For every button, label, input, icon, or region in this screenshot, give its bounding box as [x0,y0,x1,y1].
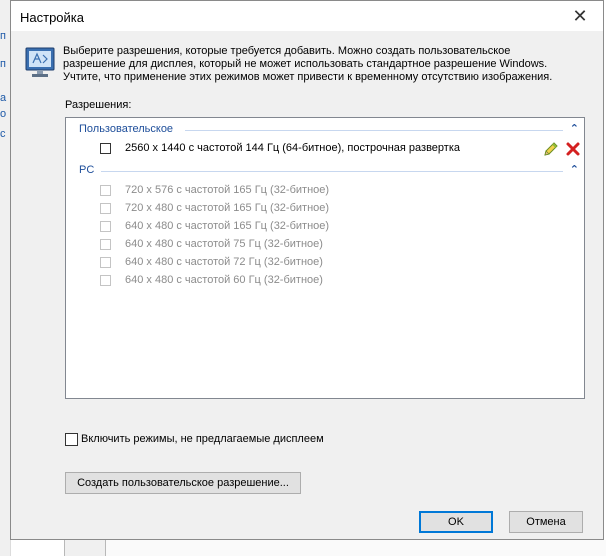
resolution-label: 640 x 480 с частотой 165 Гц (32-битное) [125,220,330,232]
include-modes-checkbox[interactable] [65,433,78,446]
resolution-label: 2560 x 1440 с частотой 144 Гц (64-битное… [125,142,461,154]
chevron-up-icon[interactable]: ⌃ [570,122,579,135]
list-item-custom[interactable]: 2560 x 1440 с частотой 144 Гц (64-битное… [100,141,580,157]
list-item-pc: 640 x 480 с частотой 165 Гц (32-битное) [100,219,570,235]
resolution-label: 640 x 480 с частотой 72 Гц (32-битное) [125,256,323,268]
resolutions-list[interactable]: Пользовательское ⌃ 2560 x 1440 с частото… [65,117,585,399]
background-text-fragment: п [0,58,6,70]
background-window-bottom [64,540,606,556]
resolution-checkbox [100,239,111,250]
background-text-fragment: о [0,108,7,120]
resolution-checkbox [100,257,111,268]
intro-line: Выберите разрешения, которые требуется д… [63,45,511,57]
ok-button[interactable]: OK [419,511,493,533]
resolution-checkbox [100,221,111,232]
resolutions-label: Разрешения: [65,99,132,111]
dialog-title: Настройка [20,10,84,25]
intro-text: Выберите разрешения, которые требуется д… [63,45,593,84]
list-item-pc: 720 x 576 с частотой 165 Гц (32-битное) [100,183,570,199]
cancel-button[interactable]: Отмена [509,511,583,533]
group-label-custom: Пользовательское [79,123,174,135]
resolution-checkbox [100,185,111,196]
close-button[interactable]: ✕ [557,1,603,31]
intro-line: Учтите, что применение этих режимов може… [63,71,553,83]
background-text-fragment: с [0,128,6,140]
group-label-pc: PC [79,164,95,176]
resolution-label: 720 x 480 с частотой 165 Гц (32-битное) [125,202,330,214]
resolution-checkbox [100,203,111,214]
intro-line: разрешение для дисплея, который не может… [63,58,548,70]
title-bar: Настройка ✕ [11,1,603,31]
chevron-up-icon[interactable]: ⌃ [570,163,579,176]
resolution-label: 640 x 480 с частотой 75 Гц (32-битное) [125,238,323,250]
monitor-icon [25,47,55,77]
background-text-fragment: п [0,30,6,42]
list-item-pc: 720 x 480 с частотой 165 Гц (32-битное) [100,201,570,217]
resolution-checkbox[interactable] [100,143,111,154]
background-text-fragment: а [0,92,7,104]
list-item-pc: 640 x 480 с частотой 60 Гц (32-битное) [100,273,570,289]
customize-dialog: Настройка ✕ Выберите разрешения, которые… [10,0,604,540]
group-divider [185,130,563,131]
group-header-pc[interactable]: PC ⌃ [79,164,579,180]
list-item-pc: 640 x 480 с частотой 72 Гц (32-битное) [100,255,570,271]
pencil-icon[interactable] [543,141,559,157]
include-modes-label[interactable]: Включить режимы, не предлагаемые дисплее… [81,433,324,445]
resolution-label: 640 x 480 с частотой 60 Гц (32-битное) [125,274,323,286]
group-divider [101,171,563,172]
background-panel [105,540,606,556]
list-item-pc: 640 x 480 с частотой 75 Гц (32-битное) [100,237,570,253]
resolution-checkbox [100,275,111,286]
resolution-label: 720 x 576 с частотой 165 Гц (32-битное) [125,184,330,196]
group-header-custom[interactable]: Пользовательское ⌃ [79,123,579,139]
delete-icon[interactable] [565,141,581,157]
close-icon: ✕ [572,5,588,26]
create-custom-resolution-button[interactable]: Создать пользовательское разрешение... [65,472,301,494]
